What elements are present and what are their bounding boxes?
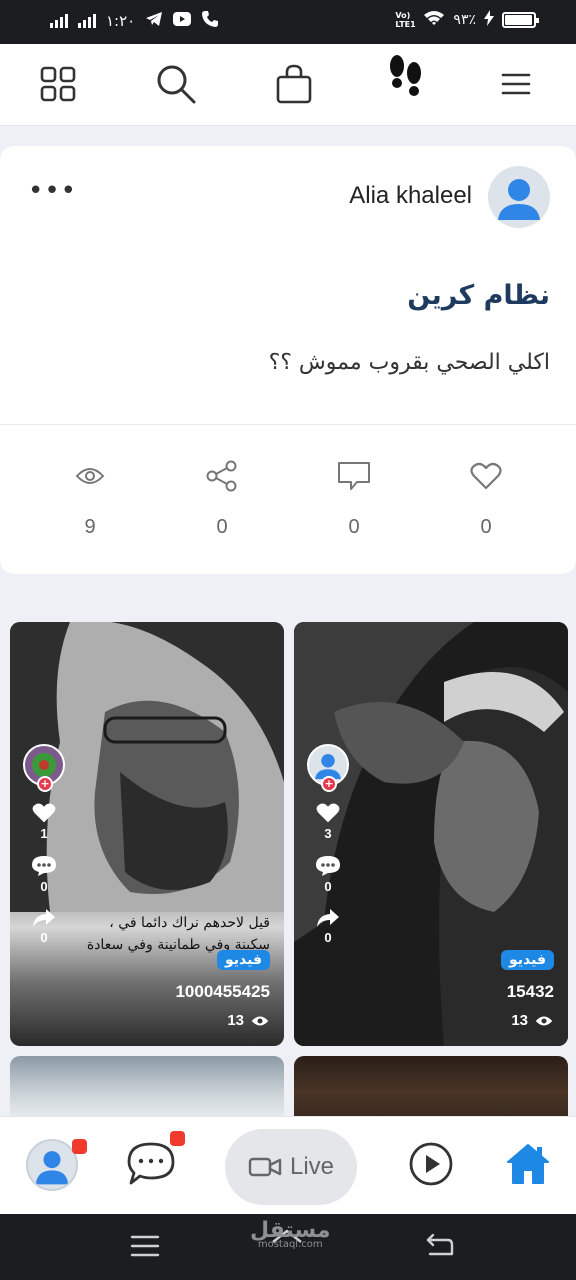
signal-2-icon (78, 14, 96, 28)
comment-button[interactable]: 0 (315, 855, 341, 894)
battery-icon (502, 12, 539, 28)
watermark: مستقل mostaql.com (250, 1218, 330, 1250)
views-count: 9 (84, 516, 96, 538)
video-tile[interactable]: + 3 0 0 فيديو 15432 13 (294, 622, 568, 1046)
comments-count: 0 (348, 516, 360, 538)
likes-count: 0 (480, 516, 492, 538)
video-tile[interactable]: + 1 0 0 قيل لاحدهم نراك دائما في ، سكينة… (10, 622, 284, 1046)
video-badge: فيديو (216, 950, 270, 970)
share-button[interactable]: 0 (316, 908, 340, 945)
views-count: 13 (227, 1012, 244, 1029)
live-camera-icon (248, 1157, 282, 1177)
author-avatar[interactable] (488, 166, 550, 228)
tile-actions: + 1 0 0 (22, 744, 66, 945)
system-nav-bar: مستقل mostaql.com (0, 1214, 576, 1280)
creator-avatar[interactable]: + (23, 744, 65, 792)
heart-icon (316, 803, 340, 823)
video-views: 13 (511, 1012, 554, 1029)
creator-avatar[interactable]: + (307, 744, 349, 792)
views-count: 13 (511, 1012, 528, 1029)
notification-dot (170, 1131, 185, 1146)
like-button[interactable]: 1 (31, 802, 57, 841)
like-count: 1 (40, 826, 48, 841)
video-id: 15432 (506, 982, 554, 1001)
like-button[interactable]: 3 (315, 802, 341, 841)
status-right: Vo) LTE1 ٩٣٪ (395, 10, 539, 30)
wifi-icon (423, 10, 445, 30)
comment-icon (32, 856, 56, 876)
heart-icon[interactable] (456, 458, 516, 494)
comment-button[interactable]: 0 (31, 855, 57, 894)
heart-icon (32, 803, 56, 823)
live-label: Live (289, 1153, 335, 1180)
eye-icon (535, 1016, 553, 1025)
youtube-icon (173, 12, 192, 30)
top-nav (0, 44, 576, 126)
recent-apps-icon[interactable] (130, 1234, 160, 1262)
share-button[interactable]: 0 (32, 908, 56, 945)
battery-percent: ٩٣٪ (453, 12, 476, 28)
watermark-sub: mostaql.com (257, 1239, 323, 1250)
comment-icon[interactable] (324, 458, 384, 494)
search-icon[interactable] (154, 62, 198, 106)
phone-icon (201, 10, 219, 32)
more-options-icon[interactable]: ••• (28, 178, 76, 206)
telegram-icon (145, 11, 163, 31)
status-bar: ١:٢٠ Vo) LTE1 ٩٣٪ (0, 0, 576, 44)
author-name[interactable]: Alia khaleel (349, 182, 472, 210)
views-stat: 9 (60, 458, 120, 539)
bottom-nav: Live (0, 1116, 576, 1214)
shares-count: 0 (216, 516, 228, 538)
tile-actions: + 3 0 0 (306, 744, 350, 945)
share-arrow-icon (33, 909, 55, 927)
notification-dot (72, 1139, 87, 1154)
follow-plus-icon[interactable]: + (321, 776, 337, 792)
profile-icon[interactable] (26, 1139, 78, 1191)
eye-icon (60, 458, 120, 494)
post-card: Alia khaleel ••• نظام كرين اكلي الصحي بق… (0, 146, 576, 574)
shopping-bag-icon[interactable] (272, 62, 316, 106)
back-icon[interactable] (424, 1232, 454, 1262)
signal-icon (50, 14, 68, 28)
like-count: 3 (324, 826, 332, 841)
share-count: 0 (40, 930, 48, 945)
divider (0, 424, 576, 425)
status-left: ١:٢٠ (50, 10, 219, 32)
video-id: 1000455425 (175, 982, 270, 1001)
comment-icon (316, 856, 340, 876)
home-icon[interactable] (506, 1143, 550, 1189)
comment-count: 0 (324, 879, 332, 894)
video-badge: فيديو (500, 950, 554, 970)
grid-icon[interactable] (36, 62, 80, 106)
like-stat[interactable]: 0 (456, 458, 516, 539)
network-label: Vo) LTE1 (395, 11, 416, 29)
play-icon[interactable] (408, 1141, 454, 1191)
share-count: 0 (324, 930, 332, 945)
post-body: اكلي الصحي بقروب مموش ؟؟ (268, 350, 550, 375)
share-arrow-icon (317, 909, 339, 927)
post-title: نظام كرين (407, 280, 550, 311)
eye-icon (251, 1016, 269, 1025)
comment-stat[interactable]: 0 (324, 458, 384, 539)
menu-icon[interactable] (494, 62, 538, 106)
share-icon[interactable] (192, 458, 252, 494)
video-tile[interactable] (294, 1056, 568, 1116)
chat-icon[interactable] (126, 1141, 176, 1191)
charging-icon (484, 10, 494, 30)
share-stat[interactable]: 0 (192, 458, 252, 539)
live-button[interactable]: Live (225, 1129, 357, 1205)
clock: ١:٢٠ (106, 12, 136, 30)
comment-count: 0 (40, 879, 48, 894)
video-views: 13 (227, 1012, 270, 1029)
follow-plus-icon[interactable]: + (37, 776, 53, 792)
video-tile[interactable] (10, 1056, 284, 1116)
footprints-icon[interactable] (384, 54, 428, 98)
